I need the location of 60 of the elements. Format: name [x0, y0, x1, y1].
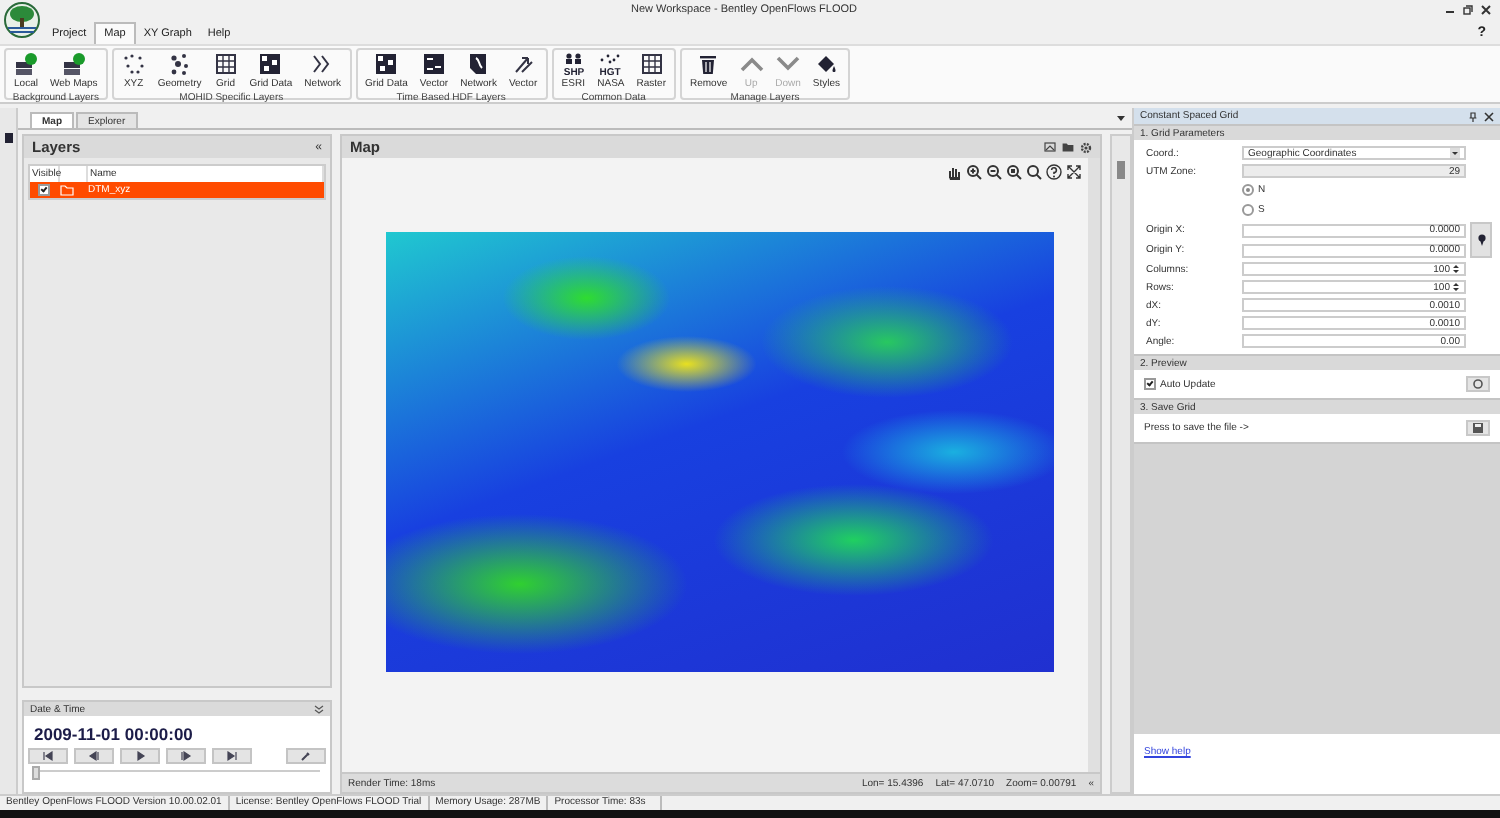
trash-icon — [696, 52, 721, 76]
playback-button[interactable] — [166, 748, 206, 764]
playback-button[interactable] — [212, 748, 252, 764]
hand-icon[interactable] — [946, 164, 962, 180]
grid-arrows-icon — [422, 52, 447, 76]
spinner-arrows-icon — [1452, 282, 1460, 292]
skip-end-icon — [226, 750, 238, 762]
toolbox-tab-icon[interactable] — [3, 132, 13, 144]
map-pin-icon — [1477, 234, 1485, 246]
dots-icon — [121, 52, 146, 76]
server-icon — [14, 52, 38, 76]
spinner-arrows-icon — [1452, 264, 1460, 274]
pin-location-button[interactable] — [1470, 222, 1492, 258]
expand-icon[interactable] — [1066, 164, 1082, 180]
play-icon — [134, 750, 146, 762]
date-time-value: 2009-11-01 00:00:00 — [32, 722, 195, 748]
settings-icon[interactable] — [1080, 141, 1092, 153]
wrench-icon — [300, 750, 312, 762]
chevron-down-icon — [776, 52, 801, 76]
step-back-icon — [88, 750, 100, 762]
collapse-icon[interactable] — [314, 704, 324, 714]
zoom-in-icon[interactable] — [966, 164, 982, 180]
image-icon[interactable] — [1044, 142, 1056, 152]
playback-button[interactable] — [120, 748, 160, 764]
grid-icon — [213, 52, 238, 76]
settings-button[interactable] — [286, 748, 326, 764]
legend-tab-icon[interactable] — [1116, 160, 1126, 180]
zoom-out-icon[interactable] — [986, 164, 1002, 180]
radio-button[interactable] — [1242, 184, 1254, 196]
slider-thumb[interactable] — [32, 766, 40, 780]
grid-icon — [639, 52, 664, 76]
folder-icon[interactable] — [1062, 142, 1074, 152]
radio-button[interactable] — [1242, 204, 1254, 216]
paint-bucket-icon — [814, 52, 839, 76]
skip-start-icon — [42, 750, 54, 762]
refresh-icon — [1472, 378, 1484, 390]
dropdown-arrow-icon — [1450, 148, 1460, 158]
refresh-button[interactable] — [1466, 376, 1490, 392]
search-icon[interactable] — [1026, 164, 1042, 180]
dropdown-arrow-icon[interactable] — [1116, 114, 1126, 122]
close-icon[interactable] — [1484, 111, 1494, 121]
scatter-icon — [167, 52, 192, 76]
close-icon[interactable] — [1480, 4, 1492, 16]
save-icon — [1472, 422, 1484, 434]
tiles-icon — [374, 52, 399, 76]
tiles-icon — [258, 52, 283, 76]
arrows-icon — [511, 52, 536, 76]
playback-button[interactable] — [74, 748, 114, 764]
restore-icon[interactable] — [1462, 4, 1474, 16]
save-button[interactable] — [1466, 420, 1490, 436]
playback-button[interactable] — [28, 748, 68, 764]
zoom-box-icon[interactable] — [1006, 164, 1022, 180]
server-icon — [61, 52, 86, 76]
visible-checkbox[interactable] — [38, 184, 50, 196]
chevrons-icon — [310, 52, 335, 76]
map-shape-icon — [466, 52, 491, 76]
pin-icon[interactable] — [1468, 111, 1478, 121]
chevron-up-icon — [739, 52, 764, 76]
step-forward-icon — [180, 750, 192, 762]
help-icon[interactable] — [1046, 164, 1062, 180]
